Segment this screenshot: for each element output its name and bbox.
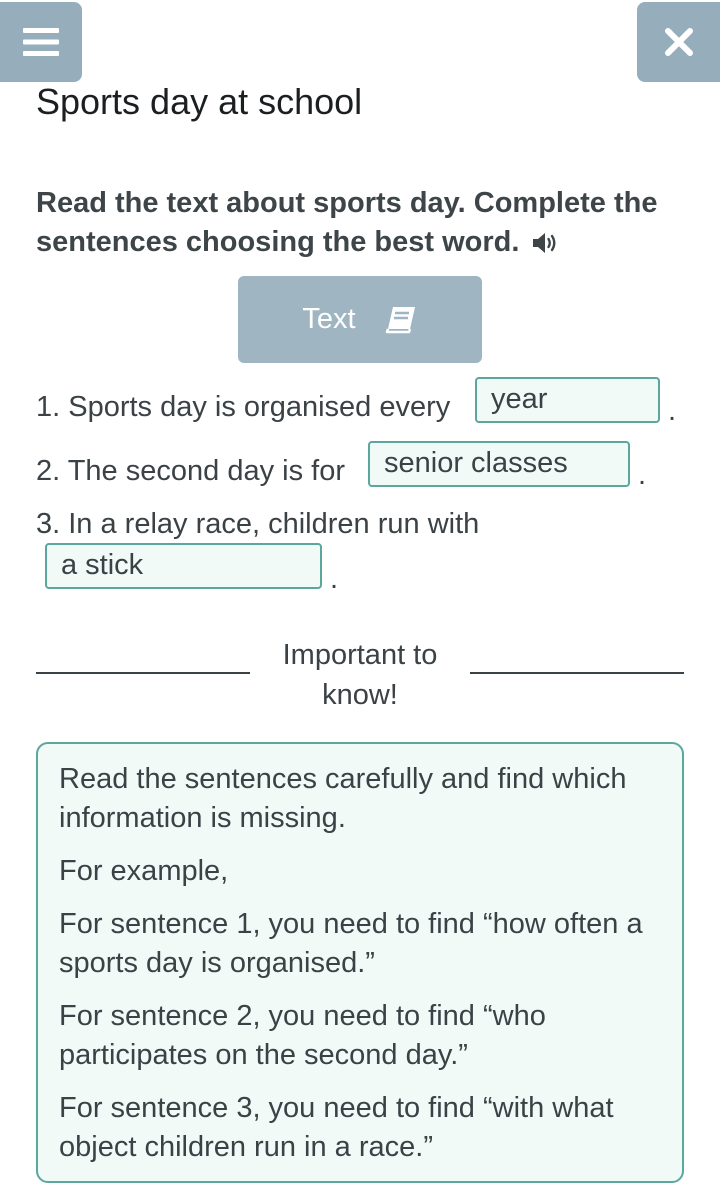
info-paragraph: For sentence 2, you need to find “who pa…: [59, 1000, 546, 1071]
book-icon: [385, 306, 415, 333]
sentence-2-period: .: [638, 459, 647, 491]
sentence-1-period: .: [668, 395, 677, 427]
answer-field-2[interactable]: senior classes: [368, 441, 630, 487]
important-heading: Important to know!: [282, 639, 438, 711]
answer-field-3[interactable]: a stick: [45, 543, 322, 589]
text-button-label: Text: [302, 303, 356, 335]
text-button[interactable]: Text: [238, 276, 482, 363]
answer-field-1[interactable]: year: [475, 377, 660, 423]
info-box: Read the sentences carefully and find wh…: [36, 742, 684, 1183]
instruction: Read the text about sports day. Complete…: [36, 184, 676, 266]
info-paragraph: For sentence 3, you need to find “with w…: [59, 1092, 614, 1163]
info-paragraph: Read the sentences carefully and find wh…: [59, 763, 627, 834]
info-paragraph: For example,: [59, 855, 229, 887]
divider-left: [36, 672, 250, 674]
close-button[interactable]: [637, 2, 720, 82]
menu-button[interactable]: [0, 2, 82, 82]
speaker-icon[interactable]: [531, 227, 559, 266]
page-title: Sports day at school: [36, 81, 363, 122]
divider-right: [470, 672, 684, 674]
sentence-2-text: 2. The second day is for: [36, 455, 345, 487]
hamburger-menu-icon: [23, 28, 59, 56]
sentence-1-text: 1. Sports day is organised every: [36, 391, 451, 423]
info-paragraph: For sentence 1, you need to find “how of…: [59, 908, 643, 979]
sentence-3-period: .: [330, 563, 339, 595]
sentence-3-text: 3. In a relay race, children run with: [36, 508, 480, 540]
close-icon: [664, 28, 693, 56]
instruction-text: Read the text about sports day. Complete…: [36, 187, 658, 258]
